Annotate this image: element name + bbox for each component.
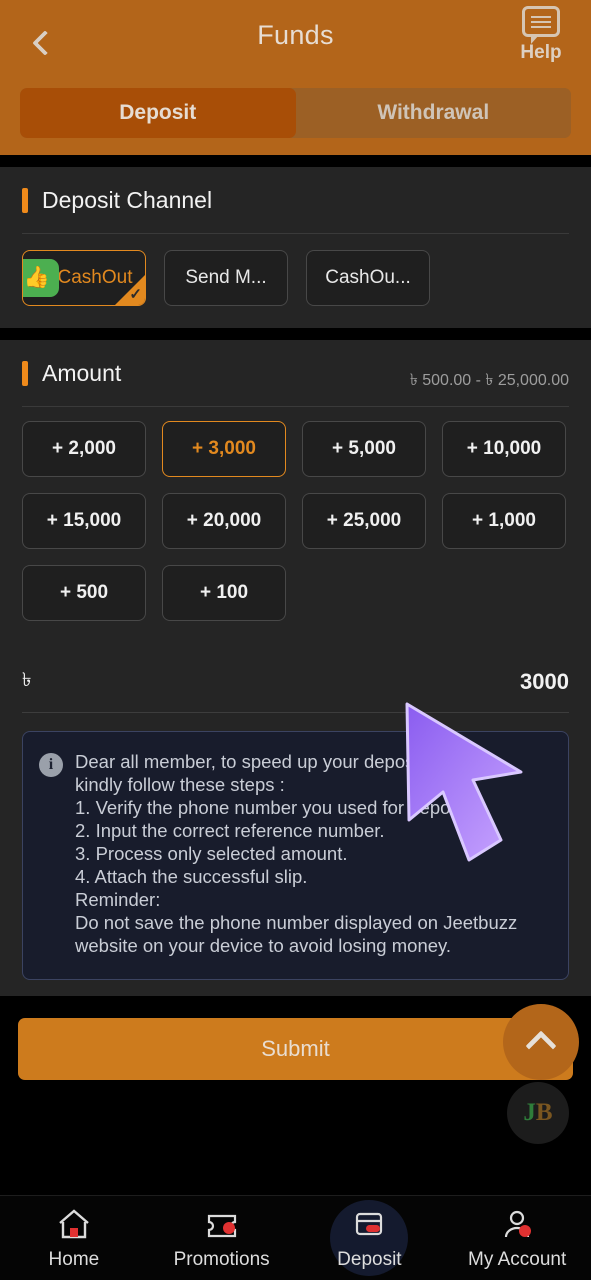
notice-line: 3. Process only selected amount.	[75, 843, 348, 864]
submit-button[interactable]: Submit	[18, 1018, 573, 1080]
help-label: Help	[520, 42, 562, 63]
amount-panel: Amount ৳ 500.00 - ৳ 25,000.00 + 2,000 + …	[0, 340, 591, 713]
notice-line: Do not save the phone number displayed o…	[75, 912, 518, 933]
nav-item-home[interactable]: Home	[0, 1196, 148, 1280]
speech-bubble-icon	[522, 6, 560, 44]
amount-preset-3000[interactable]: + 3,000	[162, 421, 286, 477]
app-screen: Funds Help Deposit Withdrawal Deposit Ch…	[0, 0, 591, 1280]
channel-chip-cashout-2[interactable]: CashOu...	[306, 250, 430, 306]
amount-preset-25000[interactable]: + 25,000	[302, 493, 426, 549]
notice-line: 1. Verify the phone number you used for …	[75, 797, 475, 818]
logo-j: J	[523, 1099, 536, 1126]
deposit-channel-header: Deposit Channel	[22, 167, 569, 233]
notice-text: Dear all member, to speed up your deposi…	[75, 750, 517, 957]
amount-preset-5000[interactable]: + 5,000	[302, 421, 426, 477]
notice-line: Dear all member, to speed up your deposi…	[75, 751, 499, 772]
amount-preset-20000[interactable]: + 20,000	[162, 493, 286, 549]
funds-tabs: Deposit Withdrawal	[20, 88, 571, 138]
amount-title: Amount	[42, 359, 122, 386]
channel-chip-send-money[interactable]: Send M...	[164, 250, 288, 306]
accent-bar	[22, 187, 28, 213]
amount-preset-10000[interactable]: + 10,000	[442, 421, 566, 477]
deposit-channel-title: Deposit Channel	[42, 186, 213, 213]
amount-preset-500[interactable]: + 500	[22, 565, 146, 621]
page-title: Funds	[257, 20, 334, 50]
nav-label: Promotions	[173, 1249, 270, 1270]
brand-logo-button[interactable]: JB	[507, 1082, 569, 1144]
amount-input[interactable]: 3000	[520, 669, 569, 695]
nav-label: Deposit	[337, 1249, 402, 1270]
nav-item-deposit[interactable]: Deposit	[296, 1196, 444, 1280]
check-icon	[115, 275, 145, 305]
app-header: Funds Help Deposit Withdrawal	[0, 0, 591, 155]
tab-withdrawal[interactable]: Withdrawal	[295, 88, 571, 138]
amount-preset-1000[interactable]: + 1,000	[442, 493, 566, 549]
nav-label: Home	[48, 1249, 100, 1270]
section-gap	[0, 155, 591, 167]
wallet-card-icon	[348, 1205, 390, 1243]
notice-line: website on your device to avoid losing m…	[75, 935, 452, 956]
info-icon: i	[39, 753, 63, 777]
amount-header: Amount ৳ 500.00 - ৳ 25,000.00	[22, 340, 569, 406]
amount-input-row[interactable]: ৳ 3000	[22, 651, 569, 713]
home-icon	[53, 1205, 95, 1243]
bottom-navigation: Home Promotions Deposit My Account	[0, 1195, 591, 1280]
user-icon	[496, 1205, 538, 1243]
section-gap	[0, 328, 591, 340]
channel-label: Send M...	[185, 267, 267, 288]
channel-label: CashOu...	[325, 267, 411, 288]
channel-list: 👍 CashOut Send M... CashOu...	[22, 234, 569, 328]
deposit-channel-panel: Deposit Channel 👍 CashOut Send M... Cash…	[0, 167, 591, 328]
nav-item-my-account[interactable]: My Account	[443, 1196, 591, 1280]
ticket-icon	[201, 1205, 243, 1243]
notice-line: Reminder:	[75, 889, 161, 910]
notice-line: kindly follow these steps :	[75, 774, 285, 795]
accent-bar	[22, 360, 28, 386]
scroll-to-top-button[interactable]	[503, 1004, 579, 1080]
thumbs-up-icon: 👍	[23, 259, 59, 297]
logo-b: B	[535, 1099, 553, 1126]
channel-chip-cashout[interactable]: 👍 CashOut	[22, 250, 146, 306]
notice-wrapper: i Dear all member, to speed up your depo…	[0, 713, 591, 996]
amount-range: ৳ 500.00 - ৳ 25,000.00	[409, 372, 569, 389]
amount-preset-grid: + 2,000 + 3,000 + 5,000 + 10,000 + 15,00…	[22, 407, 569, 627]
nav-item-promotions[interactable]: Promotions	[148, 1196, 296, 1280]
tab-deposit[interactable]: Deposit	[20, 88, 296, 138]
amount-preset-100[interactable]: + 100	[162, 565, 286, 621]
notice-line: 4. Attach the successful slip.	[75, 866, 308, 887]
notice-box: i Dear all member, to speed up your depo…	[22, 731, 569, 980]
submit-zone: Submit JB	[0, 996, 591, 1144]
notice-line: 2. Input the correct reference number.	[75, 820, 385, 841]
help-button[interactable]: Help	[505, 6, 577, 64]
currency-symbol: ৳	[22, 669, 32, 691]
chevron-up-icon	[525, 1030, 557, 1062]
amount-preset-2000[interactable]: + 2,000	[22, 421, 146, 477]
amount-preset-15000[interactable]: + 15,000	[22, 493, 146, 549]
nav-label: My Account	[468, 1249, 567, 1270]
